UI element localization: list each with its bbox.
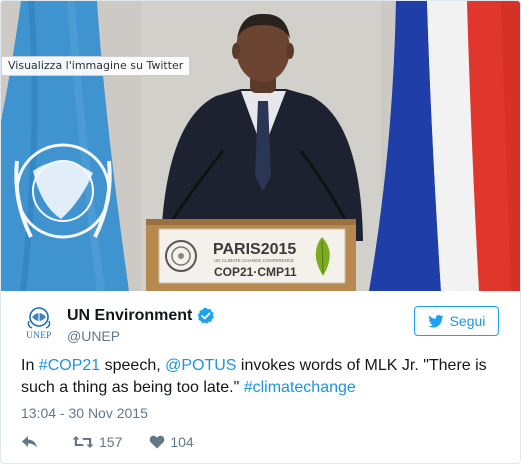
hashtag-cop21-link[interactable]: #COP21: [39, 357, 100, 374]
like-button[interactable]: 104: [149, 434, 194, 450]
reply-icon: [22, 436, 37, 448]
like-count: 104: [170, 434, 194, 450]
tweet-actions: 157 104: [21, 432, 194, 452]
podium-event-subtitle: UN CLIMATE CHANGE CONFERENCE: [214, 258, 294, 263]
verified-icon: [197, 307, 215, 324]
retweet-icon: [72, 436, 94, 448]
heart-icon: [150, 435, 165, 449]
follow-button-label: Segui: [449, 313, 486, 329]
podium-event-code: COP21·CMP11: [214, 265, 297, 279]
unep-logo-icon: [27, 307, 51, 329]
avatar[interactable]: UNEP: [21, 307, 57, 343]
view-image-on-twitter-link[interactable]: Visualizza l'immagine su Twitter: [1, 56, 191, 76]
retweet-button[interactable]: 157: [72, 434, 122, 450]
reply-button[interactable]: [21, 435, 39, 449]
twitter-bird-icon: [427, 314, 444, 327]
tweet-photo[interactable]: PARIS2015 UN CLIMATE CHANGE CONFERENCE C…: [1, 1, 520, 291]
follow-button[interactable]: Segui: [414, 306, 499, 336]
hashtag-climatechange-link[interactable]: #climatechange: [244, 379, 356, 396]
avatar-label: UNEP: [26, 330, 52, 340]
author-name[interactable]: UN Environment: [67, 307, 192, 325]
tweet-text-segment: speech,: [100, 357, 166, 374]
retweet-count: 157: [99, 434, 123, 450]
author-name-row[interactable]: UN Environment: [67, 307, 215, 325]
embedded-tweet-card: PARIS2015 UN CLIMATE CHANGE CONFERENCE C…: [0, 0, 521, 464]
tweet-timestamp-link[interactable]: 13:04 - 30 Nov 2015: [21, 405, 148, 421]
speech-photo-illustration: PARIS2015 UN CLIMATE CHANGE CONFERENCE C…: [1, 1, 520, 291]
tweet-text-segment: In: [21, 357, 39, 374]
mention-potus-link[interactable]: @POTUS: [165, 357, 236, 374]
tweet-text: In #COP21 speech, @POTUS invokes words o…: [21, 355, 501, 399]
tweet-body: UNEP UN Environment @UNEP Segui In #COP2…: [1, 291, 520, 463]
author-handle[interactable]: @UNEP: [67, 328, 120, 344]
podium-event-title: PARIS2015: [213, 241, 296, 258]
